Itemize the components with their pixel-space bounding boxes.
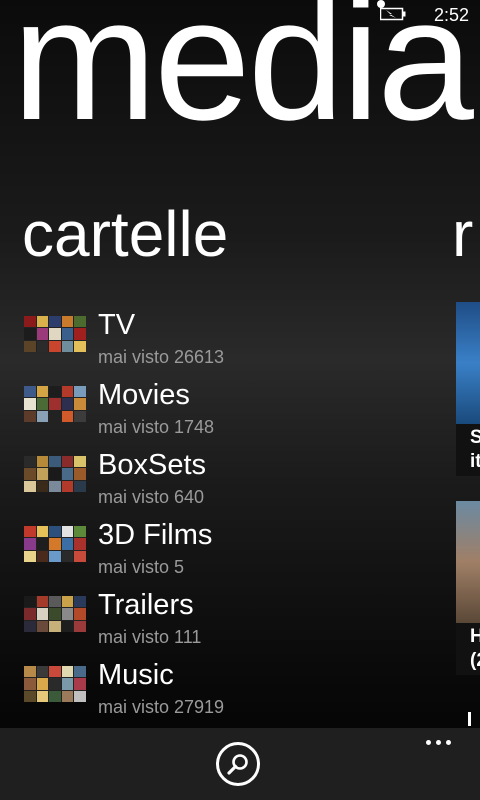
peek-tile-edge: [468, 712, 471, 726]
peek-media-tile[interactable]: S it: [456, 302, 480, 476]
folder-item-tv[interactable]: TV mai visto 26613: [24, 307, 424, 377]
folder-unwatched-count: mai visto 5: [98, 557, 185, 577]
more-dots-icon[interactable]: [418, 740, 458, 748]
peek-caption-line: S: [470, 427, 480, 448]
folder-unwatched-count: mai visto 111: [98, 627, 202, 647]
folder-name: TV: [98, 309, 136, 341]
folder-thumbnail: [24, 316, 86, 352]
folder-unwatched-count: mai visto 27919: [98, 697, 225, 717]
section-title: cartelle: [22, 198, 229, 270]
folder-unwatched-count: mai visto 1748: [98, 417, 215, 437]
folder-name: 3D Films: [98, 519, 213, 551]
peek-caption-line: (2: [470, 650, 480, 671]
next-section-title-peek[interactable]: r: [452, 196, 473, 272]
panorama-title: media: [12, 0, 474, 156]
peek-caption-line: H: [470, 626, 480, 647]
folder-thumbnail: [24, 596, 86, 632]
folder-thumbnail: [24, 666, 86, 702]
folder-list: TV mai visto 26613 Movies mai visto 1748…: [24, 307, 424, 727]
folder-name: Trailers: [98, 589, 194, 621]
peek-caption-line: it: [470, 451, 480, 472]
peek-tile-caption: H (2: [456, 623, 480, 675]
folder-item-boxsets[interactable]: BoxSets mai visto 640: [24, 447, 424, 517]
search-icon: [227, 754, 248, 775]
folder-item-3d-films[interactable]: 3D Films mai visto 5: [24, 517, 424, 587]
folder-thumbnail: [24, 456, 86, 492]
peek-tile-caption: S it: [456, 424, 480, 476]
media-panorama-screen: 2:52 media cartelle r TV mai visto 26613…: [0, 0, 480, 800]
folder-unwatched-count: mai visto 640: [98, 487, 205, 507]
folder-item-trailers[interactable]: Trailers mai visto 111: [24, 587, 424, 657]
folder-item-music[interactable]: Music mai visto 27919: [24, 657, 424, 727]
folder-unwatched-count: mai visto 26613: [98, 347, 225, 367]
folder-item-movies[interactable]: Movies mai visto 1748: [24, 377, 424, 447]
folder-name: BoxSets: [98, 449, 206, 481]
folder-thumbnail: [24, 386, 86, 422]
folder-name: Movies: [98, 379, 190, 411]
peek-media-tile[interactable]: H (2: [456, 501, 480, 675]
app-bar: [0, 728, 480, 800]
search-button[interactable]: [216, 742, 260, 786]
folder-name: Music: [98, 659, 174, 691]
folder-thumbnail: [24, 526, 86, 562]
